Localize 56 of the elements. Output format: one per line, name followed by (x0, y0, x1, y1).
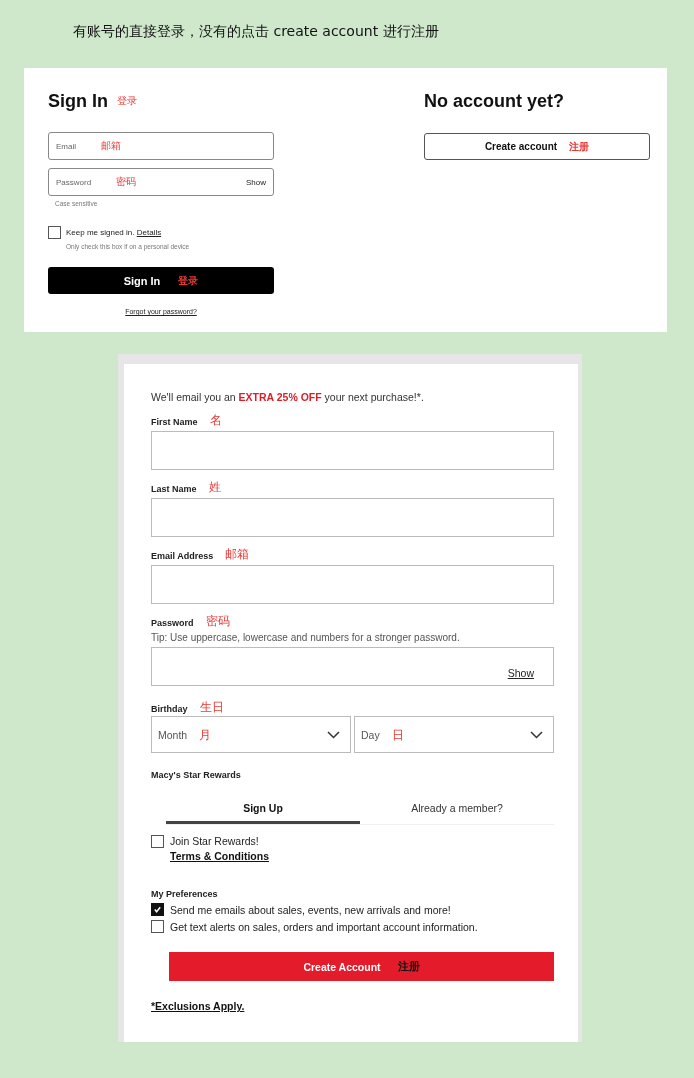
annotation-text: 注册 (397, 959, 420, 974)
annotation-text: 登录 (117, 94, 137, 108)
annotation-text: 密码 (205, 614, 230, 628)
annotation-text: 邮箱 (101, 139, 121, 153)
password-field[interactable]: Show (151, 647, 554, 686)
chevron-down-icon (530, 730, 543, 739)
annotation-text: 日 (391, 727, 404, 742)
caption-text: 有账号的直接登录，没有的点击 create account 进行注册 (73, 23, 439, 41)
keep-signed-in-checkbox[interactable] (48, 226, 61, 239)
section-title: No account yet? (424, 90, 565, 112)
field-label: Last Name (151, 484, 197, 494)
sign-in-title: Sign In (48, 90, 108, 112)
input-field[interactable] (151, 565, 554, 604)
checkbox-label: Keep me signed in. Details (66, 228, 162, 237)
checkbox-label: Get text alerts on sales, orders and important account information. (170, 920, 478, 933)
annotation-text: 名 (209, 413, 222, 427)
annotation-text: 密码 (116, 175, 136, 189)
exclusions-link[interactable]: *Exclusions Apply. (151, 1000, 245, 1012)
month-select[interactable]: Month 月 (151, 716, 351, 753)
sign-in-button[interactable]: Sign In 登录 (48, 267, 274, 294)
input-field[interactable] (151, 431, 554, 470)
promo-text: We'll email you an EXTRA 25% OFF your next purchase!*. (151, 391, 425, 403)
annotation-text: 姓 (208, 480, 221, 494)
annotation-text: 注册 (569, 139, 590, 154)
day-select[interactable]: Day 日 (354, 716, 554, 753)
input-field[interactable] (151, 498, 554, 537)
show-button[interactable]: Show (507, 667, 534, 679)
field-label: Birthday (151, 704, 188, 714)
create-account-button[interactable]: Create Account 注册 (169, 952, 554, 981)
field-label: First Name (151, 417, 198, 427)
preference-checkbox[interactable] (151, 903, 164, 916)
field-label: Email Address (151, 551, 214, 561)
tip-text: Tip: Use uppercase, lowercase and numbers for a stronger password. (151, 632, 461, 643)
section-title: Macy's Star Rewards (151, 770, 242, 780)
annotation-text: 登录 (178, 273, 199, 288)
select-placeholder: Month (158, 728, 188, 741)
annotation-text: 邮箱 (225, 547, 250, 561)
show-button[interactable]: Show (246, 177, 266, 187)
tab[interactable]: Sign Up (166, 794, 360, 824)
chevron-down-icon (327, 730, 340, 739)
annotation-text: 生日 (199, 700, 224, 714)
details-link[interactable]: Details (136, 228, 162, 237)
terms-link[interactable]: Terms & Conditions (170, 850, 269, 862)
section-title: My Preferences (151, 889, 219, 899)
annotation-text: 月 (199, 727, 212, 742)
password-field[interactable]: Password (56, 177, 111, 187)
preference-checkbox[interactable] (151, 920, 164, 933)
create-account-button[interactable]: Create account 注册 (424, 133, 650, 160)
email-field[interactable]: Email (56, 141, 96, 151)
tab[interactable]: Already a member? (360, 794, 554, 824)
field-label: Password (151, 618, 194, 628)
checkbox-label: Send me emails about sales, events, new arrivals and more! (170, 903, 451, 916)
checkbox-label: Join Star Rewards! (170, 835, 260, 847)
join-rewards-checkbox[interactable] (151, 835, 164, 848)
check-icon (153, 905, 162, 914)
select-placeholder: Day (361, 728, 380, 741)
